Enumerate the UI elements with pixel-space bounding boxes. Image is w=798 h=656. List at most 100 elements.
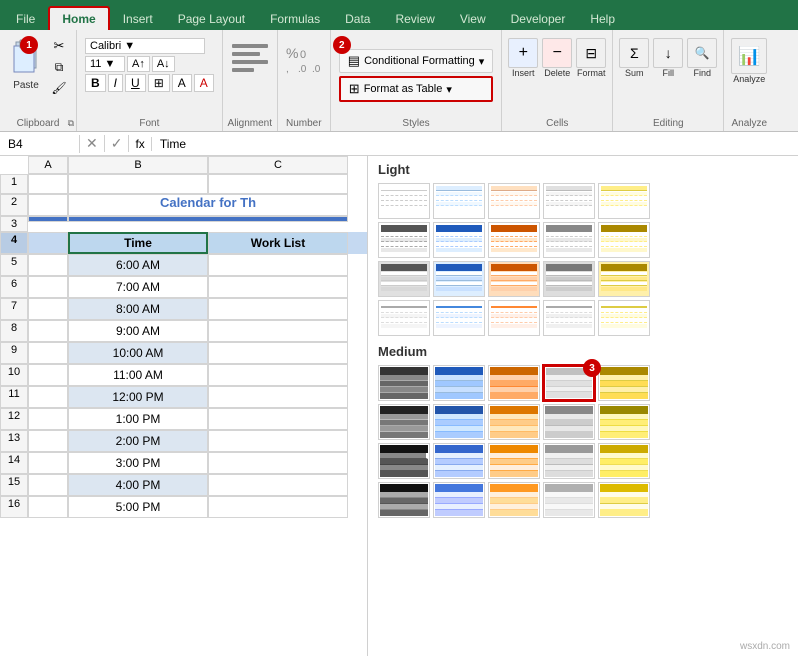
tab-insert[interactable]: Insert [111,8,165,30]
tab-developer[interactable]: Developer [499,8,578,30]
light-style-16[interactable] [378,300,430,336]
cell-b11[interactable]: 12:00 PM [68,386,208,408]
light-style-7[interactable] [433,222,485,258]
medium-style-15[interactable] [598,443,650,479]
tab-formulas[interactable]: Formulas [258,8,332,30]
medium-style-5[interactable] [598,365,650,401]
medium-style-8[interactable] [488,404,540,440]
medium-style-13[interactable] [488,443,540,479]
cell-c1[interactable] [208,174,348,194]
light-style-1[interactable] [378,183,430,219]
cell-b16[interactable]: 5:00 PM [68,496,208,518]
light-style-20[interactable] [598,300,650,336]
cell-a15[interactable] [28,474,68,496]
light-style-11[interactable] [378,261,430,297]
cell-a3[interactable] [28,216,68,222]
medium-style-16[interactable] [378,482,430,518]
tab-page-layout[interactable]: Page Layout [166,8,257,30]
cell-a6[interactable] [28,276,68,298]
light-style-17[interactable] [433,300,485,336]
conditional-formatting-button[interactable]: ▤ Conditional Formatting ▾ [339,49,494,73]
cut-button[interactable]: ✂ [48,36,70,56]
cell-c11[interactable] [208,386,348,408]
tab-file[interactable]: File [4,8,47,30]
cell-a12[interactable] [28,408,68,430]
medium-style-9[interactable] [543,404,595,440]
light-style-2[interactable] [433,183,485,219]
cell-a5[interactable] [28,254,68,276]
formula-input[interactable]: Time [152,135,798,153]
light-style-3[interactable] [488,183,540,219]
analyze-button[interactable]: 📊 Analyze [731,34,767,84]
tab-help[interactable]: Help [578,8,627,30]
cell-a2[interactable] [28,194,68,216]
cell-reference-box[interactable]: B4 [0,135,80,153]
cell-c8[interactable] [208,320,348,342]
light-style-14[interactable] [543,261,595,297]
light-style-15[interactable] [598,261,650,297]
medium-style-4-selected[interactable]: 3 [543,365,595,401]
fill-button[interactable]: ↓ Fill [653,38,683,78]
light-style-4[interactable] [543,183,595,219]
fill-color-button[interactable]: A [172,74,192,92]
light-style-8[interactable] [488,222,540,258]
cell-b10[interactable]: 11:00 AM [68,364,208,386]
increase-font-button[interactable]: A↑ [127,56,150,72]
medium-style-2[interactable] [433,365,485,401]
cell-a11[interactable] [28,386,68,408]
light-style-12[interactable] [433,261,485,297]
cell-b6[interactable]: 7:00 AM [68,276,208,298]
medium-style-12[interactable] [433,443,485,479]
underline-button[interactable]: U [125,74,146,92]
medium-style-14[interactable] [543,443,595,479]
bold-button[interactable]: B [85,74,106,92]
insert-cells-button[interactable]: + Insert [508,38,538,78]
format-as-table-button[interactable]: ⊞ Format as Table ▾ [339,76,494,102]
cell-b12[interactable]: 1:00 PM [68,408,208,430]
cell-c15[interactable] [208,474,348,496]
medium-style-10[interactable] [598,404,650,440]
cell-b9[interactable]: 10:00 AM [68,342,208,364]
light-style-6[interactable] [378,222,430,258]
cell-a8[interactable] [28,320,68,342]
number-icon[interactable]: % 0 , .0 .0 [284,38,324,88]
medium-style-18[interactable] [488,482,540,518]
format-cells-button[interactable]: ⊟ Format [576,38,606,78]
cell-b13[interactable]: 2:00 PM [68,430,208,452]
cell-a16[interactable] [28,496,68,518]
copy-button[interactable]: ⧉ [48,57,70,77]
cell-c12[interactable] [208,408,348,430]
alignment-icon[interactable] [230,38,270,88]
cell-a1[interactable] [28,174,68,194]
light-style-5[interactable] [598,183,650,219]
cell-c4-worklist[interactable]: Work List [208,232,348,254]
cell-a14[interactable] [28,452,68,474]
medium-style-17[interactable] [433,482,485,518]
cell-b8[interactable]: 9:00 AM [68,320,208,342]
decrease-font-button[interactable]: A↓ [152,56,175,72]
light-style-10[interactable] [598,222,650,258]
format-painter-button[interactable]: 🖌 [48,78,70,98]
cell-b14[interactable]: 3:00 PM [68,452,208,474]
cell-a9[interactable] [28,342,68,364]
light-style-19[interactable] [543,300,595,336]
cell-a10[interactable] [28,364,68,386]
delete-cells-button[interactable]: − Delete [542,38,572,78]
font-name-select[interactable]: Calibri ▼ [85,38,205,54]
medium-style-19[interactable] [543,482,595,518]
cell-c6[interactable] [208,276,348,298]
medium-style-3[interactable] [488,365,540,401]
cell-c7[interactable] [208,298,348,320]
medium-style-1[interactable] [378,365,430,401]
confirm-formula-button[interactable]: ✓ [105,135,130,152]
light-style-13[interactable] [488,261,540,297]
cell-b2-title[interactable]: Calendar for Th [68,194,348,216]
clipboard-expand-icon[interactable]: ⧉ [68,118,74,129]
cell-c14[interactable] [208,452,348,474]
tab-review[interactable]: Review [383,8,446,30]
tab-data[interactable]: Data [333,8,382,30]
font-size-select[interactable]: 11 ▼ [85,56,125,72]
cell-b1[interactable] [68,174,208,194]
medium-style-20[interactable] [598,482,650,518]
cell-c10[interactable] [208,364,348,386]
